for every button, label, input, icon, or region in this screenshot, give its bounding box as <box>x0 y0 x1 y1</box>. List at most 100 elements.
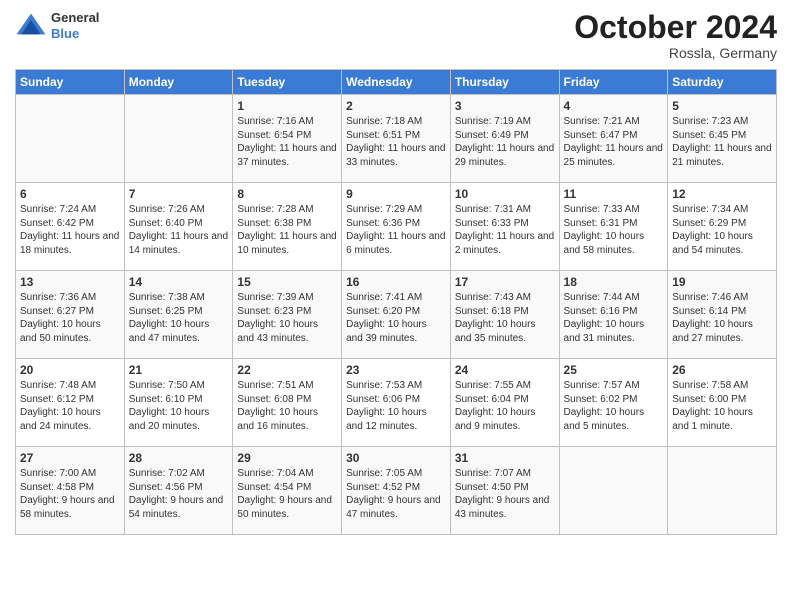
calendar-cell: 13 Sunrise: 7:36 AM Sunset: 6:27 PM Dayli… <box>16 271 125 359</box>
cell-content: Sunrise: 7:24 AM Sunset: 6:42 PM Dayligh… <box>20 203 120 257</box>
day-number: 10 <box>455 187 555 201</box>
calendar-cell: 20 Sunrise: 7:48 AM Sunset: 6:12 PM Dayli… <box>16 359 125 447</box>
day-number: 23 <box>346 363 446 377</box>
calendar-cell: 18Sunrise: 7:44 AM Sunset: 6:16 PM Dayli… <box>559 271 668 359</box>
cell-content: Sunrise: 7:43 AM Sunset: 6:18 PM Dayligh… <box>455 291 555 345</box>
page-header: General Blue October 2024 Rossla, German… <box>15 10 777 61</box>
day-number: 9 <box>346 187 446 201</box>
day-number: 3 <box>455 99 555 113</box>
week-row-1: 1 Sunrise: 7:16 AM Sunset: 6:54 PM Daylig… <box>16 95 777 183</box>
calendar-cell: 26Sunrise: 7:58 AM Sunset: 6:00 PM Dayli… <box>668 359 777 447</box>
calendar-table: SundayMondayTuesdayWednesdayThursdayFrid… <box>15 69 777 535</box>
cell-content: Sunrise: 7:55 AM Sunset: 6:04 PM Dayligh… <box>455 379 555 433</box>
cell-content: Sunrise: 7:31 AM Sunset: 6:33 PM Dayligh… <box>455 203 555 257</box>
cell-content: Sunrise: 7:53 AM Sunset: 6:06 PM Dayligh… <box>346 379 446 433</box>
cell-content: Sunrise: 7:28 AM Sunset: 6:38 PM Dayligh… <box>237 203 337 257</box>
cell-content: Sunrise: 7:26 AM Sunset: 6:40 PM Dayligh… <box>129 203 229 257</box>
calendar-cell: 22Sunrise: 7:51 AM Sunset: 6:08 PM Dayli… <box>233 359 342 447</box>
calendar-cell: 1 Sunrise: 7:16 AM Sunset: 6:54 PM Daylig… <box>233 95 342 183</box>
calendar-cell: 3 Sunrise: 7:19 AM Sunset: 6:49 PM Daylig… <box>450 95 559 183</box>
calendar-cell: 11 Sunrise: 7:33 AM Sunset: 6:31 PM Dayli… <box>559 183 668 271</box>
calendar-cell: 21 Sunrise: 7:50 AM Sunset: 6:10 PM Dayli… <box>124 359 233 447</box>
calendar-cell: 23 Sunrise: 7:53 AM Sunset: 6:06 PM Dayli… <box>342 359 451 447</box>
cell-content: Sunrise: 7:18 AM Sunset: 6:51 PM Dayligh… <box>346 115 446 169</box>
day-number: 29 <box>237 451 337 465</box>
calendar-cell: 15Sunrise: 7:39 AM Sunset: 6:23 PM Dayli… <box>233 271 342 359</box>
cell-content: Sunrise: 7:51 AM Sunset: 6:08 PM Dayligh… <box>237 379 337 433</box>
cell-content: Sunrise: 7:19 AM Sunset: 6:49 PM Dayligh… <box>455 115 555 169</box>
day-number: 13 <box>20 275 120 289</box>
week-row-3: 13 Sunrise: 7:36 AM Sunset: 6:27 PM Dayli… <box>16 271 777 359</box>
calendar-cell: 7 Sunrise: 7:26 AM Sunset: 6:40 PM Daylig… <box>124 183 233 271</box>
cell-content: Sunrise: 7:23 AM Sunset: 6:45 PM Dayligh… <box>672 115 772 169</box>
calendar-cell: 28Sunrise: 7:02 AM Sunset: 4:56 PM Dayli… <box>124 447 233 535</box>
day-number: 17 <box>455 275 555 289</box>
header-cell-friday: Friday <box>559 70 668 95</box>
day-number: 6 <box>20 187 120 201</box>
cell-content: Sunrise: 7:04 AM Sunset: 4:54 PM Dayligh… <box>237 467 337 521</box>
header-row: SundayMondayTuesdayWednesdayThursdayFrid… <box>16 70 777 95</box>
cell-content: Sunrise: 7:48 AM Sunset: 6:12 PM Dayligh… <box>20 379 120 433</box>
calendar-cell: 31Sunrise: 7:07 AM Sunset: 4:50 PM Dayli… <box>450 447 559 535</box>
week-row-2: 6 Sunrise: 7:24 AM Sunset: 6:42 PM Daylig… <box>16 183 777 271</box>
calendar-cell: 24 Sunrise: 7:55 AM Sunset: 6:04 PM Dayli… <box>450 359 559 447</box>
day-number: 27 <box>20 451 120 465</box>
calendar-cell: 4 Sunrise: 7:21 AM Sunset: 6:47 PM Daylig… <box>559 95 668 183</box>
cell-content: Sunrise: 7:38 AM Sunset: 6:25 PM Dayligh… <box>129 291 229 345</box>
cell-content: Sunrise: 7:29 AM Sunset: 6:36 PM Dayligh… <box>346 203 446 257</box>
day-number: 2 <box>346 99 446 113</box>
logo-text: General Blue <box>51 10 99 41</box>
day-number: 18 <box>564 275 664 289</box>
day-number: 4 <box>564 99 664 113</box>
logo: General Blue <box>15 10 99 41</box>
cell-content: Sunrise: 7:34 AM Sunset: 6:29 PM Dayligh… <box>672 203 772 257</box>
day-number: 11 <box>564 187 664 201</box>
day-number: 14 <box>129 275 229 289</box>
cell-content: Sunrise: 7:50 AM Sunset: 6:10 PM Dayligh… <box>129 379 229 433</box>
logo-icon <box>15 12 47 40</box>
calendar-cell: 19Sunrise: 7:46 AM Sunset: 6:14 PM Dayli… <box>668 271 777 359</box>
day-number: 20 <box>20 363 120 377</box>
day-number: 21 <box>129 363 229 377</box>
cell-content: Sunrise: 7:05 AM Sunset: 4:52 PM Dayligh… <box>346 467 446 521</box>
month-year: October 2024 <box>574 10 777 45</box>
calendar-header: SundayMondayTuesdayWednesdayThursdayFrid… <box>16 70 777 95</box>
calendar-cell: 14 Sunrise: 7:38 AM Sunset: 6:25 PM Dayli… <box>124 271 233 359</box>
header-cell-tuesday: Tuesday <box>233 70 342 95</box>
header-cell-sunday: Sunday <box>16 70 125 95</box>
calendar-cell: 25 Sunrise: 7:57 AM Sunset: 6:02 PM Dayli… <box>559 359 668 447</box>
day-number: 7 <box>129 187 229 201</box>
header-cell-saturday: Saturday <box>668 70 777 95</box>
calendar-cell: 6 Sunrise: 7:24 AM Sunset: 6:42 PM Daylig… <box>16 183 125 271</box>
day-number: 5 <box>672 99 772 113</box>
cell-content: Sunrise: 7:33 AM Sunset: 6:31 PM Dayligh… <box>564 203 664 257</box>
calendar-cell: 16Sunrise: 7:41 AM Sunset: 6:20 PM Dayli… <box>342 271 451 359</box>
day-number: 28 <box>129 451 229 465</box>
calendar-cell <box>559 447 668 535</box>
cell-content: Sunrise: 7:16 AM Sunset: 6:54 PM Dayligh… <box>237 115 337 169</box>
day-number: 24 <box>455 363 555 377</box>
calendar-cell <box>16 95 125 183</box>
calendar-cell: 30 Sunrise: 7:05 AM Sunset: 4:52 PM Dayli… <box>342 447 451 535</box>
cell-content: Sunrise: 7:39 AM Sunset: 6:23 PM Dayligh… <box>237 291 337 345</box>
day-number: 30 <box>346 451 446 465</box>
day-number: 26 <box>672 363 772 377</box>
title-block: October 2024 Rossla, Germany <box>574 10 777 61</box>
cell-content: Sunrise: 7:57 AM Sunset: 6:02 PM Dayligh… <box>564 379 664 433</box>
calendar-cell: 12Sunrise: 7:34 AM Sunset: 6:29 PM Dayli… <box>668 183 777 271</box>
week-row-5: 27 Sunrise: 7:00 AM Sunset: 4:58 PM Dayli… <box>16 447 777 535</box>
day-number: 19 <box>672 275 772 289</box>
cell-content: Sunrise: 7:00 AM Sunset: 4:58 PM Dayligh… <box>20 467 120 521</box>
day-number: 16 <box>346 275 446 289</box>
calendar-cell: 17 Sunrise: 7:43 AM Sunset: 6:18 PM Dayli… <box>450 271 559 359</box>
header-cell-monday: Monday <box>124 70 233 95</box>
header-cell-wednesday: Wednesday <box>342 70 451 95</box>
calendar-cell <box>124 95 233 183</box>
calendar-cell: 10 Sunrise: 7:31 AM Sunset: 6:33 PM Dayli… <box>450 183 559 271</box>
cell-content: Sunrise: 7:36 AM Sunset: 6:27 PM Dayligh… <box>20 291 120 345</box>
week-row-4: 20 Sunrise: 7:48 AM Sunset: 6:12 PM Dayli… <box>16 359 777 447</box>
cell-content: Sunrise: 7:21 AM Sunset: 6:47 PM Dayligh… <box>564 115 664 169</box>
calendar-cell: 8Sunrise: 7:28 AM Sunset: 6:38 PM Daylig… <box>233 183 342 271</box>
day-number: 1 <box>237 99 337 113</box>
day-number: 25 <box>564 363 664 377</box>
